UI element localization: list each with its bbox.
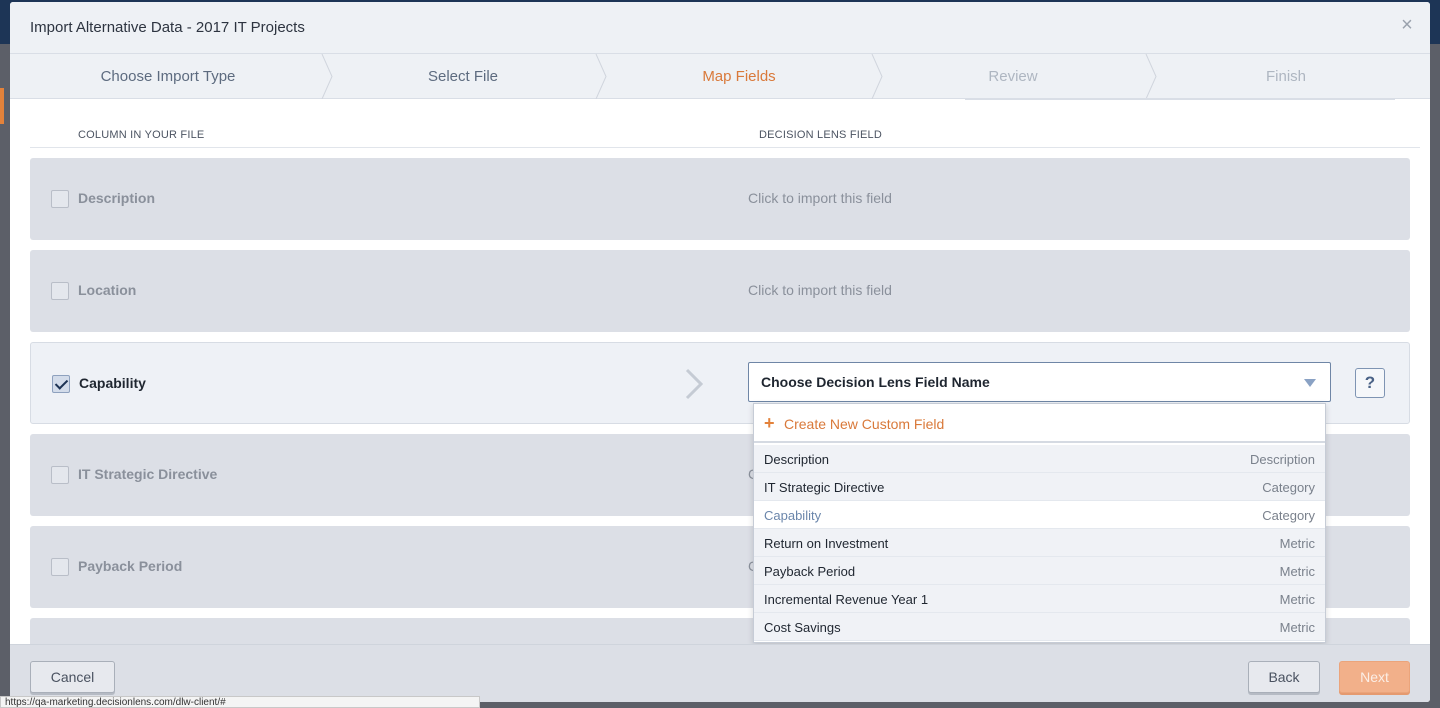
dropdown-option[interactable]: Payback Period Metric	[754, 557, 1325, 585]
close-icon[interactable]: ×	[1396, 14, 1418, 36]
field-name-dropdown: + Create New Custom Field Description De…	[753, 403, 1326, 643]
modal-title: Import Alternative Data - 2017 IT Projec…	[30, 19, 305, 36]
wizard-steps: Choose Import Type Select File Map Field…	[10, 54, 1430, 99]
create-custom-field-option[interactable]: + Create New Custom Field	[754, 404, 1325, 443]
dropdown-option[interactable]: IT Strategic Directive Category	[754, 473, 1325, 501]
field-name-select[interactable]: Choose Decision Lens Field Name	[748, 362, 1331, 402]
step-select-file[interactable]: Select File	[326, 54, 600, 99]
field-checkbox[interactable]	[51, 190, 69, 208]
column-header-lens: Decision Lens Field	[759, 129, 882, 141]
dropdown-option[interactable]: Cost Savings Metric	[754, 613, 1325, 641]
field-row-location[interactable]: Location Click to import this field	[30, 250, 1410, 332]
column-headers: Column in your file Decision Lens Field	[30, 126, 1420, 148]
dropdown-option[interactable]: Description Description	[754, 445, 1325, 473]
field-label: Description	[78, 190, 156, 206]
modal-header: Import Alternative Data - 2017 IT Projec…	[10, 2, 1430, 54]
create-custom-field-label: Create New Custom Field	[784, 416, 945, 432]
field-label: IT Strategic Directive	[78, 466, 218, 482]
option-type: Category	[1262, 480, 1315, 495]
field-checkbox-checked[interactable]	[52, 375, 70, 393]
dropdown-option[interactable]: Return on Investment Metric	[754, 529, 1325, 557]
field-label: Capability	[79, 375, 146, 391]
option-name: Capability	[764, 508, 822, 523]
option-type: Metric	[1279, 564, 1315, 579]
dropdown-option-highlighted[interactable]: Capability Category	[754, 501, 1325, 529]
option-name: Description	[764, 452, 830, 467]
field-label: Location	[78, 282, 137, 298]
field-name-select-label: Choose Decision Lens Field Name	[761, 374, 990, 390]
import-hint[interactable]: Click to import this field	[748, 190, 892, 206]
step-review: Review	[988, 68, 1038, 85]
field-row-description[interactable]: Description Click to import this field	[30, 158, 1410, 240]
option-name: Payback Period	[764, 564, 856, 579]
dropdown-option[interactable]: Incremental Revenue Year 1 Metric	[754, 585, 1325, 613]
option-type: Metric	[1279, 620, 1315, 635]
plus-icon: +	[764, 413, 775, 433]
option-name: IT Strategic Directive	[764, 480, 885, 495]
cancel-button[interactable]: Cancel	[30, 661, 115, 693]
option-type: Metric	[1279, 536, 1315, 551]
option-type: Metric	[1279, 592, 1315, 607]
option-name: Return on Investment	[764, 536, 889, 551]
caret-down-icon	[1304, 379, 1316, 387]
column-header-file: Column in your file	[78, 129, 205, 141]
step-choose-import-type[interactable]: Choose Import Type	[10, 54, 326, 99]
wizard-underline	[965, 98, 1395, 100]
step-finish: Finish	[1265, 68, 1306, 85]
option-name: Cost Savings	[764, 620, 841, 635]
chevron-right-icon	[685, 368, 704, 400]
field-checkbox[interactable]	[51, 282, 69, 300]
field-checkbox[interactable]	[51, 466, 69, 484]
option-type: Category	[1262, 508, 1315, 523]
back-button[interactable]: Back	[1248, 661, 1320, 693]
import-hint[interactable]: Click to import this field	[748, 282, 892, 298]
modal-footer: Cancel Back Next	[10, 644, 1430, 702]
step-map-fields[interactable]: Map Fields	[600, 54, 878, 99]
field-label: Payback Period	[78, 558, 183, 574]
option-type: Description	[1249, 452, 1315, 467]
import-modal: Import Alternative Data - 2017 IT Projec…	[10, 2, 1430, 702]
help-icon[interactable]: ?	[1355, 368, 1385, 398]
field-checkbox[interactable]	[51, 558, 69, 576]
option-name: Incremental Revenue Year 1	[764, 592, 929, 607]
next-button[interactable]: Next	[1339, 661, 1410, 693]
status-bar-url: https://qa-marketing.decisionlens.com/dl…	[0, 696, 480, 708]
app-side-accent	[0, 88, 4, 124]
